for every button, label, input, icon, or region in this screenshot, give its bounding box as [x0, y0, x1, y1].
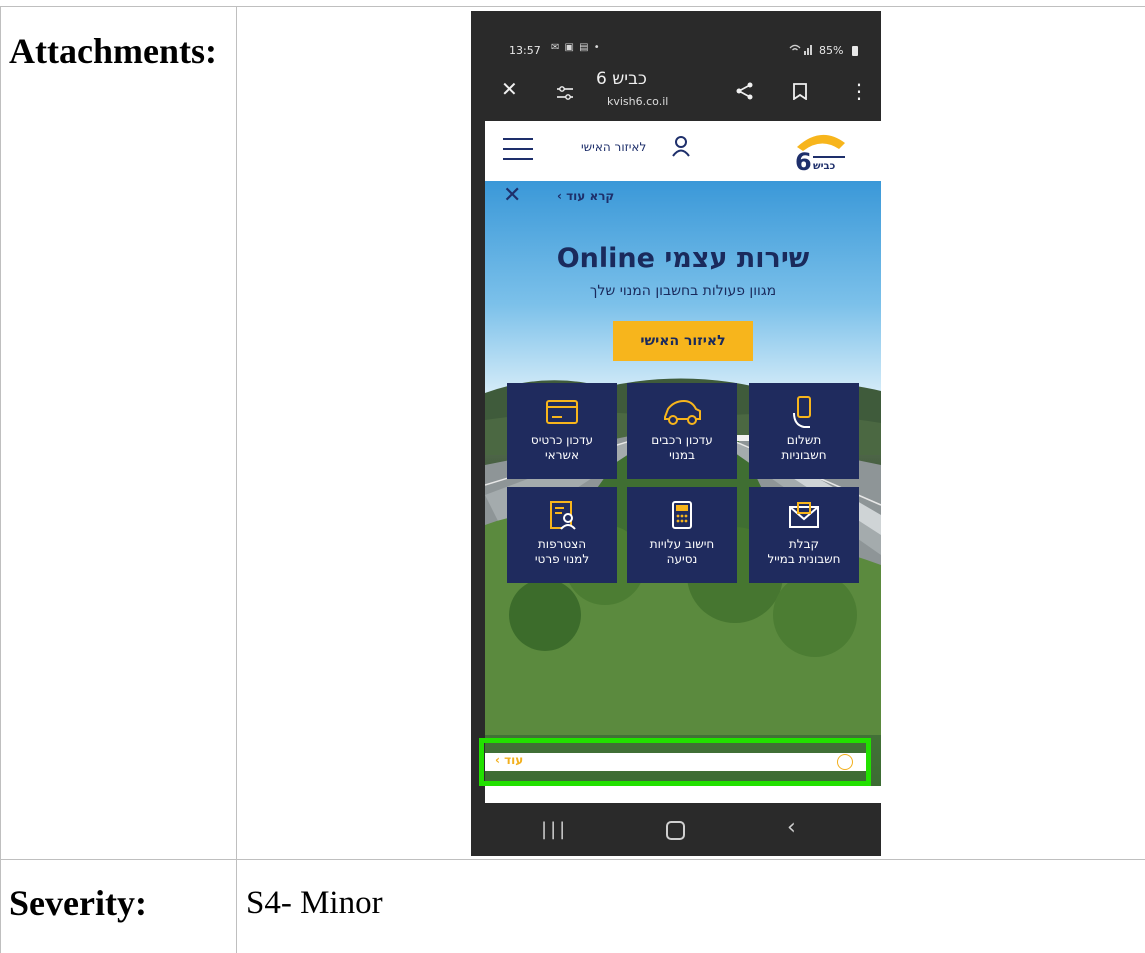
battery-icon	[852, 46, 858, 56]
bug-highlight-box	[479, 738, 871, 786]
status-bar: 13:57 ✉ ▣ ▤ • 85%	[471, 11, 881, 69]
service-tile-invoice-by-email[interactable]: קבלת חשבונית במייל	[749, 487, 859, 583]
service-tile-travel-cost[interactable]: חישוב עלויות נסיעה	[627, 487, 737, 583]
page-footer-strip	[485, 786, 881, 803]
service-tile-private-subscription[interactable]: הצטרפות למנוי פרטי	[507, 487, 617, 583]
services-grid: תשלום חשבוניות עדכון רכבים במנוי עדכון כרט…	[507, 383, 859, 585]
status-time: 13:57	[509, 44, 541, 57]
svg-text:6: 6	[795, 148, 812, 173]
service-label: נסיעה	[666, 552, 698, 566]
service-label: הצטרפות	[537, 537, 587, 551]
severity-value: S4- Minor	[246, 885, 383, 921]
hero-subtitle: מגוון פעולות בחשבון המנוי שלך	[589, 283, 777, 299]
phone-hand-icon	[793, 396, 811, 428]
table-border-middle	[0, 859, 1145, 860]
bookmark-icon[interactable]	[793, 83, 807, 101]
service-label: חשבוניות	[781, 448, 827, 462]
signal-icon	[789, 43, 815, 58]
close-icon[interactable]: ✕	[501, 77, 518, 101]
service-tile-update-vehicles[interactable]: עדכון רכבים במנוי	[627, 383, 737, 479]
service-label: חשבונית במייל	[767, 552, 841, 566]
mail-icon	[789, 502, 819, 528]
share-icon[interactable]	[735, 81, 755, 105]
close-banner-icon[interactable]: ✕	[503, 183, 521, 208]
recent-apps-icon[interactable]: |||	[541, 819, 568, 840]
browser-toolbar: ✕ כביש 6 kvish6.co.il ⋮	[471, 69, 881, 121]
battery-percent: 85%	[819, 44, 844, 57]
service-label: קבלת	[788, 537, 820, 551]
user-icon[interactable]	[671, 135, 691, 161]
tune-icon[interactable]	[555, 85, 575, 101]
page-title: כביש 6	[596, 69, 647, 89]
kvish6-logo[interactable]: 6 כביש	[791, 131, 851, 176]
android-nav-bar: ||| ‹	[471, 803, 881, 856]
home-icon[interactable]	[666, 821, 685, 840]
read-more-link[interactable]: קרא עוד ›	[557, 189, 614, 203]
service-label: אשראי	[544, 448, 579, 462]
service-label: חישוב עלויות	[649, 537, 715, 551]
service-label: למנוי פרטי	[534, 552, 590, 566]
page-url[interactable]: kvish6.co.il	[607, 95, 668, 108]
severity-label: Severity:	[9, 883, 147, 923]
attachments-label: Attachments:	[9, 31, 217, 71]
form-user-icon	[550, 501, 576, 530]
service-tile-update-credit-card[interactable]: עדכון כרטיס אשראי	[507, 383, 617, 479]
service-label: עדכון רכבים	[651, 433, 713, 447]
table-border-top	[0, 6, 1145, 7]
site-header: לאיזור האישי 6 כביש	[485, 121, 881, 181]
hero-title: שירות עצמי Online	[556, 243, 810, 274]
car-icon	[664, 399, 701, 425]
announcement-bar: ✕ קרא עוד ›	[485, 181, 881, 215]
more-icon[interactable]: ⋮	[849, 81, 869, 101]
service-label: עדכון כרטיס	[530, 433, 594, 447]
table-border-column	[236, 6, 237, 953]
service-tile-pay-invoices[interactable]: תשלום חשבוניות	[749, 383, 859, 479]
personal-area-button[interactable]: לאיזור האישי	[613, 321, 753, 361]
service-label: במנוי	[669, 448, 695, 462]
service-label: תשלום	[786, 433, 822, 447]
svg-text:כביש: כביש	[813, 161, 836, 172]
back-icon[interactable]: ‹	[787, 815, 796, 840]
notification-icons: ✉ ▣ ▤ •	[551, 42, 601, 53]
calculator-icon	[672, 501, 692, 529]
personal-area-link[interactable]: לאיזור האישי	[581, 140, 646, 154]
credit-card-icon	[546, 400, 578, 424]
table-border-left	[0, 6, 1, 953]
phone-screenshot: 13:57 ✉ ▣ ▤ • 85% ✕ כביש 6 kvish6.co.il …	[471, 11, 881, 856]
hamburger-menu-icon[interactable]	[503, 138, 533, 160]
